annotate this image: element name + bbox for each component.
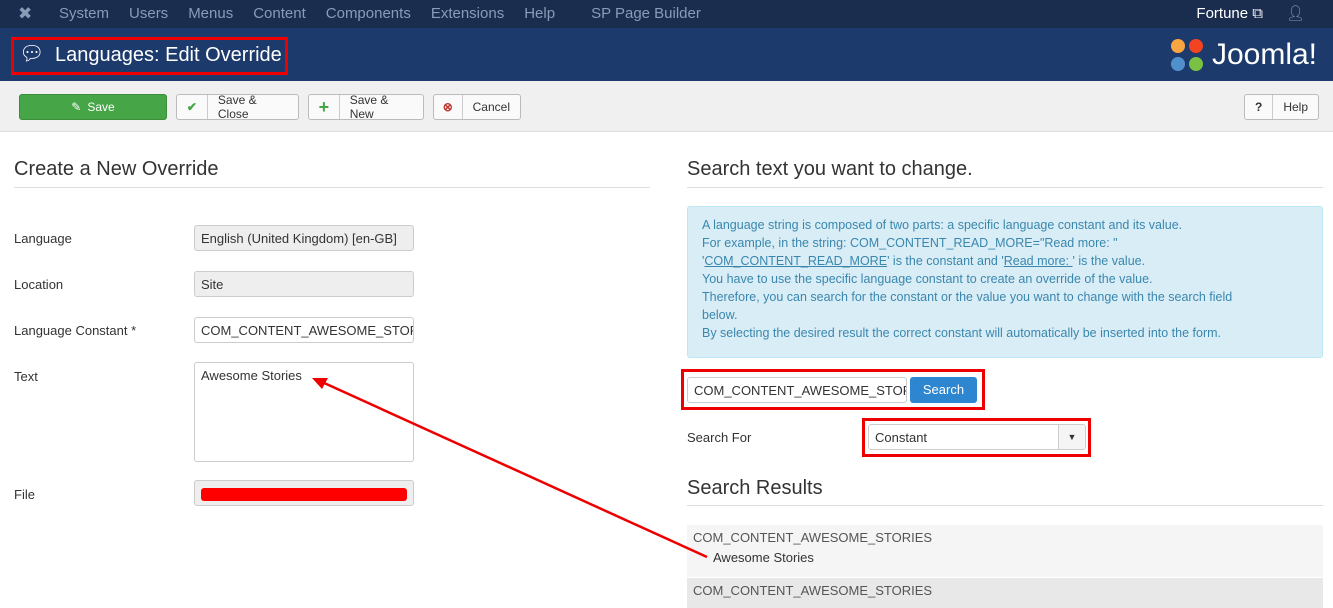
annotation-arrow [312,378,708,559]
